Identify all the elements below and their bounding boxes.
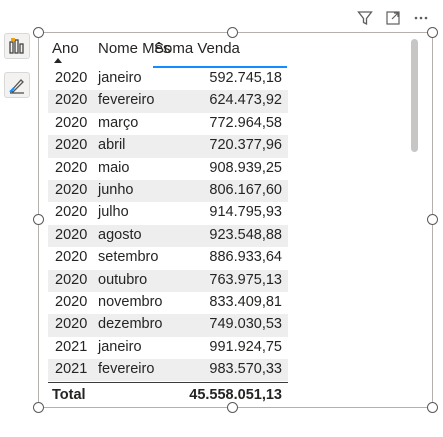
- focus-mode-icon[interactable]: [385, 10, 401, 26]
- cell-ano: 2020: [55, 204, 88, 221]
- visual-header-toolbar: [357, 9, 429, 27]
- cell-ano: 2020: [55, 181, 88, 198]
- total-label: Total: [52, 387, 86, 403]
- cell-nome-mes: janeiro: [98, 338, 142, 355]
- table-row[interactable]: 2020 abril 720.377,96: [48, 135, 288, 158]
- scrollbar-thumb[interactable]: [411, 39, 418, 152]
- sort-ascending-icon: [54, 58, 62, 63]
- resize-handle-top-left[interactable]: [33, 27, 44, 38]
- more-options-icon[interactable]: [413, 10, 429, 26]
- resize-handle-left[interactable]: [33, 214, 44, 225]
- cell-ano: 2021: [55, 338, 88, 355]
- table-row[interactable]: 2020 março 772.964,58: [48, 113, 288, 135]
- table-row[interactable]: 2020 setembro 886.933,64: [48, 247, 288, 269]
- table-row[interactable]: 2020 maio 908.939,25: [48, 158, 288, 180]
- cell-ano: 2020: [55, 159, 88, 176]
- table-row[interactable]: 2020 julho 914.795,93: [48, 202, 288, 224]
- cell-soma-venda: 592.745,18: [209, 70, 282, 86]
- cell-nome-mes: junho: [98, 181, 134, 198]
- cell-ano: 2020: [55, 271, 88, 288]
- cell-ano: 2020: [55, 114, 88, 131]
- resize-handle-top-right[interactable]: [427, 27, 438, 38]
- cell-soma-venda: 991.924,75: [209, 338, 282, 355]
- total-value: 45.558.051,13: [189, 387, 282, 403]
- cell-ano: 2020: [55, 70, 88, 86]
- cell-ano: 2020: [55, 316, 88, 333]
- cell-nome-mes: novembro: [98, 293, 163, 310]
- cell-nome-mes: agosto: [98, 226, 142, 243]
- resize-handle-bottom-right[interactable]: [427, 402, 438, 413]
- table-body: 2020 janeiro 592.745,18 2020 fevereiro 624.47…: [48, 68, 288, 382]
- cell-ano: 2020: [55, 249, 88, 266]
- cell-nome-mes: abril: [98, 137, 126, 154]
- total-row: Total 45.558.051,13: [48, 385, 288, 407]
- cell-soma-venda: 983.570,33: [209, 361, 282, 378]
- table-row[interactable]: 2021 janeiro 991.924,75: [48, 337, 288, 359]
- table-row[interactable]: 2020 fevereiro 624.473,92: [48, 90, 288, 113]
- cell-soma-venda: 833.409,81: [209, 293, 282, 310]
- column-header-ano[interactable]: Ano: [52, 40, 79, 57]
- cell-ano: 2021: [55, 361, 88, 378]
- cell-soma-venda: 914.795,93: [209, 204, 282, 221]
- format-visual-button[interactable]: [4, 72, 30, 98]
- cell-soma-venda: 720.377,96: [209, 137, 282, 154]
- cell-nome-mes: fevereiro: [98, 361, 155, 378]
- cell-nome-mes: janeiro: [98, 70, 142, 86]
- cell-nome-mes: outubro: [98, 271, 148, 288]
- cell-soma-venda: 749.030,53: [209, 316, 282, 333]
- table-row[interactable]: 2020 outubro 763.975,13: [48, 269, 288, 292]
- cell-ano: 2020: [55, 293, 88, 310]
- resize-handle-bottom-left[interactable]: [33, 402, 44, 413]
- cell-ano: 2020: [55, 137, 88, 154]
- cell-soma-venda: 908.939,25: [209, 159, 282, 176]
- cell-ano: 2020: [55, 92, 88, 109]
- cell-nome-mes: maio: [98, 159, 130, 176]
- cell-nome-mes: março: [98, 114, 139, 131]
- table-row[interactable]: 2021 fevereiro 983.570,33: [48, 359, 288, 382]
- cell-soma-venda: 886.933,64: [209, 249, 282, 266]
- table-row[interactable]: 2020 junho 806.167,60: [48, 179, 288, 203]
- cell-nome-mes: setembro: [98, 249, 159, 266]
- cell-soma-venda: 772.964,58: [209, 114, 282, 131]
- table-row[interactable]: 2020 agosto 923.548,88: [48, 224, 288, 248]
- build-visual-button[interactable]: [4, 33, 30, 59]
- cell-nome-mes: dezembro: [98, 316, 163, 333]
- build-visual-icon: [9, 38, 24, 54]
- cell-ano: 2020: [55, 226, 88, 243]
- table-row[interactable]: 2020 janeiro 592.745,18: [48, 68, 288, 90]
- total-separator: [48, 382, 288, 383]
- format-visual-icon: [9, 79, 24, 94]
- table-header: Ano Nome Mês Soma Venda: [48, 34, 396, 68]
- table-row[interactable]: 2020 novembro 833.409,81: [48, 292, 288, 314]
- cell-soma-venda: 624.473,92: [209, 92, 282, 109]
- column-header-soma-venda[interactable]: Soma Venda: [154, 40, 240, 57]
- cell-soma-venda: 923.548,88: [209, 226, 282, 243]
- filter-icon[interactable]: [357, 10, 373, 26]
- table-row[interactable]: 2020 dezembro 749.030,53: [48, 314, 288, 337]
- cell-nome-mes: fevereiro: [98, 92, 155, 109]
- cell-soma-venda: 763.975,13: [209, 271, 282, 288]
- cell-nome-mes: julho: [98, 204, 129, 221]
- resize-handle-right[interactable]: [427, 214, 438, 225]
- cell-soma-venda: 806.167,60: [209, 181, 282, 198]
